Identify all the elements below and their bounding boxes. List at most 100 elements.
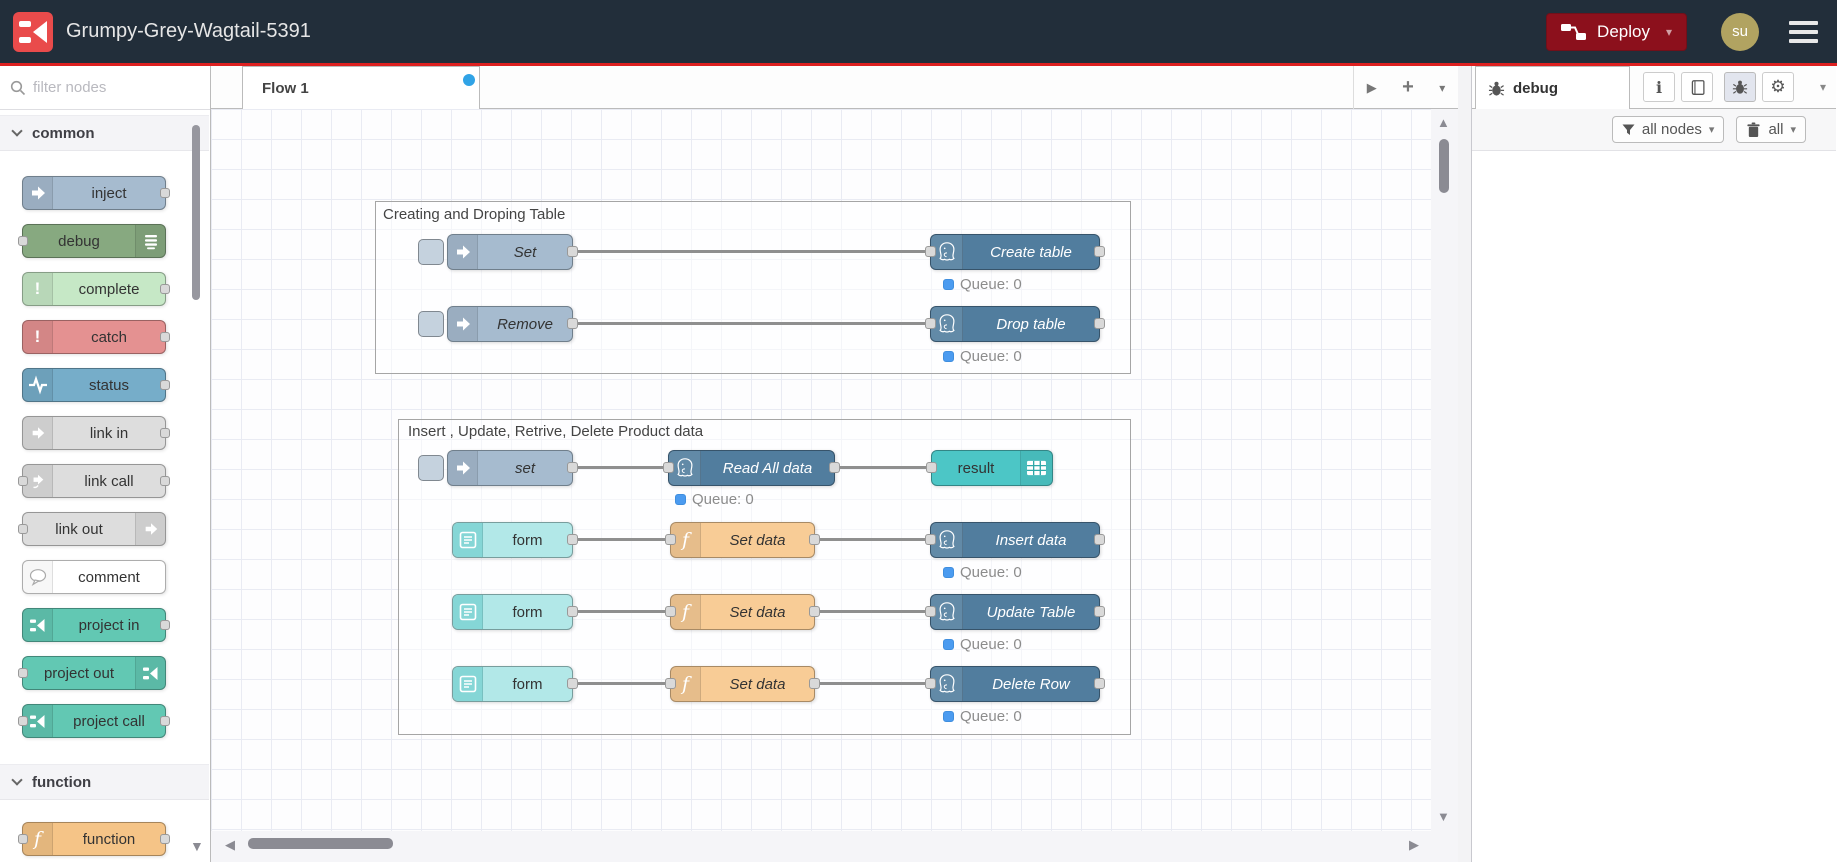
input-port[interactable] [665, 678, 676, 689]
input-port[interactable] [925, 246, 936, 257]
scroll-down-icon[interactable]: ▼ [1437, 809, 1450, 824]
main-menu-icon[interactable] [1789, 20, 1818, 43]
output-port[interactable] [809, 606, 820, 617]
palette-search[interactable] [0, 66, 210, 110]
debug-panel-button[interactable] [1724, 72, 1756, 102]
deploy-button[interactable]: Deploy ▾ [1546, 12, 1687, 51]
flow-node-insert-data[interactable]: Insert data [925, 522, 1105, 558]
filter-nodes-button[interactable]: all nodes ▾ [1611, 116, 1725, 143]
flow-node-set-data-3[interactable]: f Set data [665, 666, 820, 702]
flow-node-drop-table[interactable]: Drop table [925, 306, 1105, 342]
palette-category-function[interactable]: function [0, 764, 209, 800]
palette-node-project-out[interactable]: project out [18, 656, 166, 690]
add-flow-button[interactable]: + [1402, 76, 1414, 99]
inject-trigger-button[interactable] [418, 455, 444, 481]
palette-node-debug[interactable]: debug [18, 224, 166, 258]
input-port[interactable] [665, 606, 676, 617]
output-port[interactable] [1094, 606, 1105, 617]
palette-node-link-call[interactable]: link call [18, 464, 170, 498]
output-port[interactable] [1094, 678, 1105, 689]
output-port[interactable] [160, 284, 170, 294]
output-port[interactable] [567, 534, 578, 545]
flow-node-create-table[interactable]: Create table [925, 234, 1105, 270]
output-port[interactable] [567, 606, 578, 617]
palette-node-status[interactable]: status [22, 368, 170, 402]
config-panel-button[interactable]: ⚙ [1762, 72, 1794, 102]
horizontal-scrollbar-thumb[interactable] [248, 838, 393, 849]
palette-node-complete[interactable]: ! complete [22, 272, 170, 306]
wire[interactable] [815, 538, 930, 541]
flow-node-result-table[interactable]: result [926, 450, 1053, 486]
palette-scroll-down-icon[interactable]: ▼ [190, 838, 204, 854]
flow-node-form[interactable]: form [452, 594, 578, 630]
output-port[interactable] [567, 678, 578, 689]
wire[interactable] [573, 466, 668, 469]
flow-node-set-data-2[interactable]: f Set data [665, 594, 820, 630]
output-port[interactable] [160, 380, 170, 390]
palette-node-comment[interactable]: comment [22, 560, 166, 594]
tab-debug[interactable]: debug [1475, 66, 1630, 109]
output-port[interactable] [567, 246, 578, 257]
palette-node-project-call[interactable]: project call [18, 704, 170, 738]
inject-trigger-button[interactable] [418, 311, 444, 337]
output-port[interactable] [567, 318, 578, 329]
input-port[interactable] [18, 476, 28, 486]
flow-node-read-all-data[interactable]: Read All data [663, 450, 840, 486]
input-port[interactable] [18, 668, 28, 678]
flow-node-set-data-1[interactable]: f Set data [665, 522, 820, 558]
input-port[interactable] [663, 462, 674, 473]
output-port[interactable] [1094, 318, 1105, 329]
sidebar-menu-caret-icon[interactable]: ▾ [1820, 80, 1826, 94]
wire[interactable] [835, 466, 931, 469]
wire[interactable] [815, 682, 930, 685]
output-port[interactable] [160, 188, 170, 198]
wire[interactable] [573, 538, 670, 541]
flow-node-inject-set[interactable]: Set [418, 234, 578, 270]
output-port[interactable] [160, 332, 170, 342]
wire[interactable] [573, 250, 930, 253]
palette-node-function[interactable]: f function [18, 822, 170, 856]
output-port[interactable] [160, 476, 170, 486]
wire[interactable] [815, 610, 930, 613]
output-port[interactable] [809, 678, 820, 689]
info-panel-button[interactable]: i [1643, 72, 1675, 102]
scroll-left-icon[interactable]: ◀ [225, 837, 235, 853]
output-port[interactable] [567, 462, 578, 473]
palette-node-project-in[interactable]: project in [22, 608, 170, 642]
vertical-scrollbar-thumb[interactable] [1439, 139, 1449, 193]
flow-node-update-table[interactable]: Update Table [925, 594, 1105, 630]
input-port[interactable] [18, 524, 28, 534]
input-port[interactable] [925, 606, 936, 617]
output-port[interactable] [1094, 246, 1105, 257]
palette-node-link-in[interactable]: link in [22, 416, 170, 450]
input-port[interactable] [665, 534, 676, 545]
input-port[interactable] [18, 236, 28, 246]
input-port[interactable] [925, 678, 936, 689]
wire[interactable] [573, 322, 930, 325]
flow-list-caret-icon[interactable]: ▾ [1439, 81, 1445, 95]
scroll-tabs-icon[interactable]: ▶ [1367, 80, 1377, 96]
input-port[interactable] [925, 534, 936, 545]
output-port[interactable] [160, 834, 170, 844]
input-port[interactable] [18, 834, 28, 844]
output-port[interactable] [809, 534, 820, 545]
output-port[interactable] [1094, 534, 1105, 545]
clear-messages-button[interactable]: all ▾ [1736, 116, 1806, 143]
output-port[interactable] [160, 620, 170, 630]
user-avatar[interactable]: su [1721, 12, 1759, 51]
flow-node-form[interactable]: form [452, 522, 578, 558]
input-port[interactable] [925, 318, 936, 329]
palette-category-common[interactable]: common [0, 115, 209, 151]
palette-node-link-out[interactable]: link out [18, 512, 166, 546]
output-port[interactable] [160, 428, 170, 438]
scroll-right-icon[interactable]: ▶ [1409, 837, 1419, 853]
input-port[interactable] [18, 716, 28, 726]
deploy-caret-icon[interactable]: ▾ [1666, 25, 1672, 39]
palette-node-catch[interactable]: ! catch [22, 320, 170, 354]
inject-trigger-button[interactable] [418, 239, 444, 265]
flow-node-inject-remove[interactable]: Remove [418, 306, 578, 342]
sidebar-resize-handle[interactable] [1458, 66, 1472, 862]
flow-node-form[interactable]: form [452, 666, 578, 702]
wire[interactable] [573, 682, 670, 685]
help-panel-button[interactable] [1681, 72, 1713, 102]
